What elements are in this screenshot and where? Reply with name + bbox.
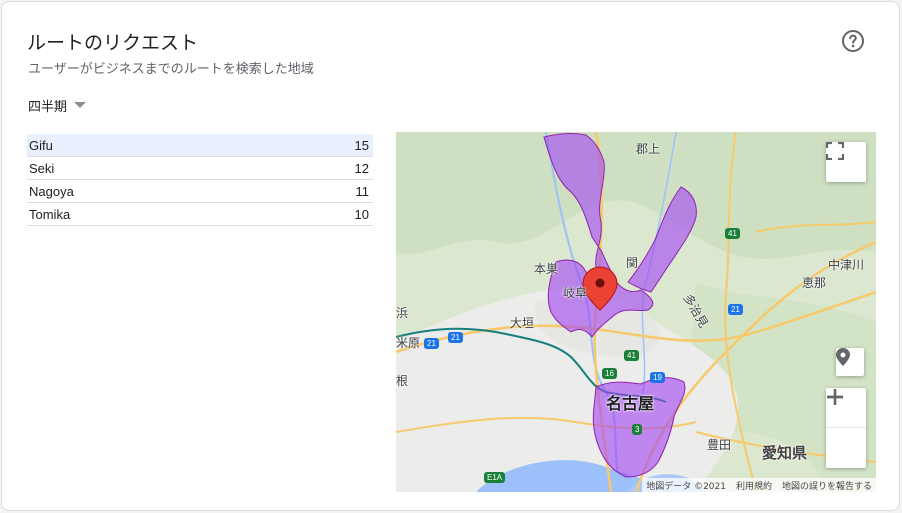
pegman-icon <box>836 348 850 366</box>
period-dropdown[interactable]: 四半期 <box>28 95 87 115</box>
route-shield: 19 <box>650 372 665 383</box>
map-label-aichi: 愛知県 <box>762 444 808 462</box>
table-row[interactable]: Tomika 10 <box>27 203 373 226</box>
zoom-controls <box>826 388 866 468</box>
map-label-ogaki: 大垣 <box>510 316 535 330</box>
location-name: Tomika <box>29 206 71 222</box>
terms-link[interactable]: 利用規約 <box>736 479 772 492</box>
route-shield: 3 <box>632 424 643 435</box>
route-map[interactable]: 郡上 関 本巣 岐阜 大垣 多治見 中津川 恵那 名古屋 豊田 愛知県 浜 米原… <box>396 132 876 492</box>
table-row[interactable]: Gifu 15 <box>27 134 373 157</box>
map-background <box>396 132 876 492</box>
map-data-credit: 地図データ ©2021 <box>646 481 726 492</box>
map-label-toyota: 豊田 <box>707 438 732 452</box>
minus-icon <box>827 395 843 399</box>
fullscreen-button[interactable] <box>826 142 866 182</box>
location-count: 10 <box>354 206 369 222</box>
route-shield: 41 <box>725 228 740 239</box>
map-label-seki: 関 <box>626 256 639 270</box>
fullscreen-icon <box>826 142 844 160</box>
route-shield: 21 <box>728 304 743 315</box>
card-subtitle: ユーザーがビジネスまでのルートを検索した地域 <box>28 62 314 77</box>
table-row[interactable]: Nagoya 11 <box>27 180 373 203</box>
map-label-ena: 恵那 <box>802 276 827 290</box>
route-shield: E1A <box>484 472 506 483</box>
location-name: Gifu <box>29 137 53 153</box>
report-error-link[interactable]: 地図の誤りを報告する <box>782 479 872 492</box>
map-label-nagoya: 名古屋 <box>606 394 655 413</box>
map-label-gujo: 郡上 <box>636 142 661 156</box>
route-shield: 41 <box>624 350 639 361</box>
help-icon[interactable] <box>841 29 865 53</box>
period-dropdown-label: 四半期 <box>28 99 68 115</box>
location-name: Nagoya <box>29 183 74 199</box>
location-count: 15 <box>354 137 369 153</box>
map-label-gifu: 岐阜 <box>563 286 588 300</box>
zoom-out-button[interactable] <box>826 395 866 468</box>
map-label-nakatsugawa: 中津川 <box>828 258 865 272</box>
location-count: 12 <box>354 160 369 176</box>
table-row[interactable]: Seki 12 <box>27 157 373 180</box>
location-table: Gifu 15 Seki 12 Nagoya 11 Tomika 10 <box>27 134 373 226</box>
map-label-motosu: 本巣 <box>534 262 559 276</box>
map-label-hara: 米原 <box>396 336 421 350</box>
map-attribution: 地図データ ©2021 利用規約 地図の誤りを報告する <box>642 478 876 492</box>
route-shield: 16 <box>602 368 617 379</box>
map-label-hiko: 根 <box>396 374 409 388</box>
map-label-hama: 浜 <box>396 306 409 320</box>
location-name: Seki <box>29 160 55 176</box>
route-shield: 21 <box>448 332 463 343</box>
location-count: 11 <box>355 183 370 199</box>
caret-down-icon <box>74 102 87 108</box>
card-title: ルートのリクエスト <box>27 32 199 54</box>
street-view-button[interactable] <box>836 348 864 376</box>
route-shield: 21 <box>424 338 439 349</box>
